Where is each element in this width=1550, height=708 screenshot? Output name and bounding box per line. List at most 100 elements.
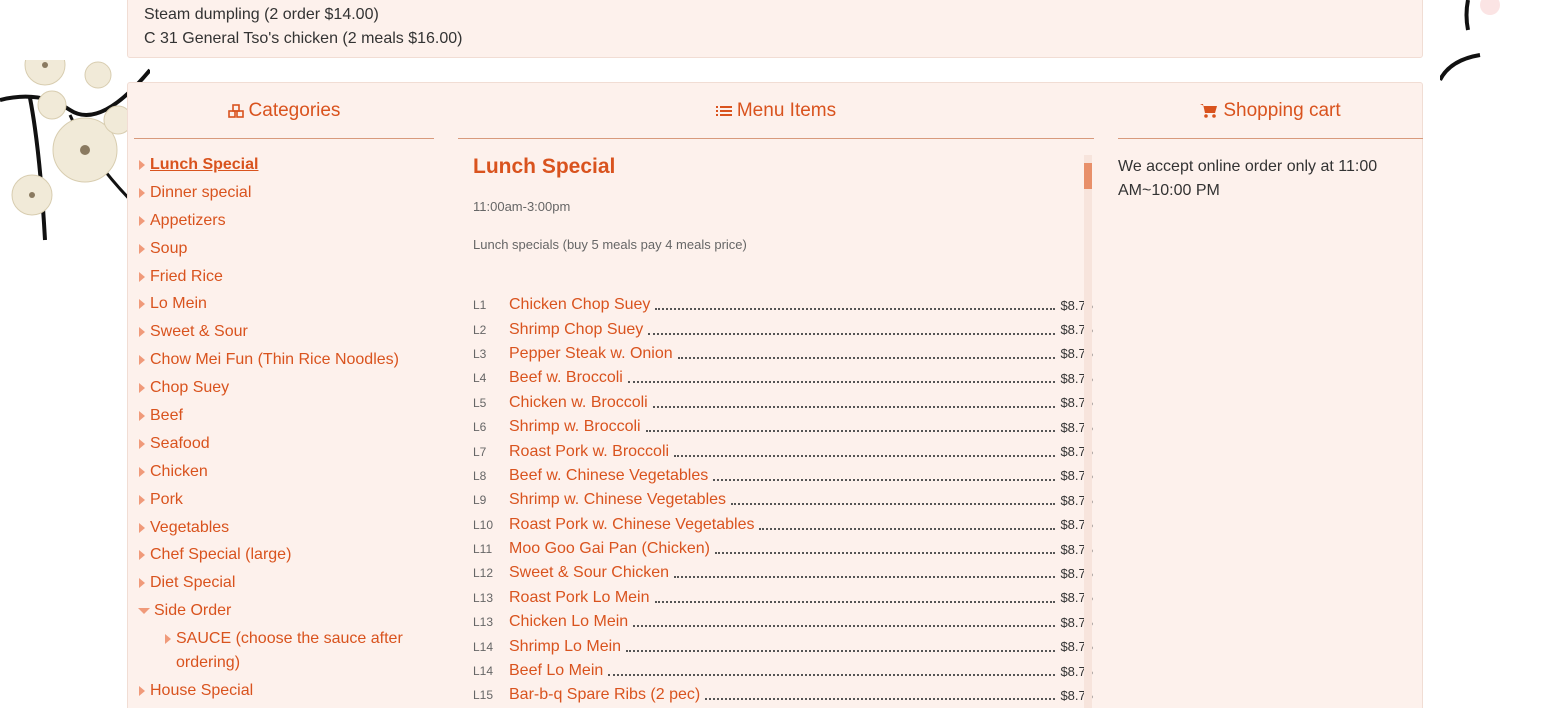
menu-item-row[interactable]: L9 Shrimp w. Chinese Vegetables $8.75 [473,488,1093,512]
caret-right-icon [138,237,150,261]
menu-item-code: L10 [473,517,494,532]
caret-right-icon [164,627,176,651]
category-label: Sweet & Sour [150,323,248,341]
menu-item-name[interactable]: Chicken Chop Suey [509,296,650,314]
caret-right-icon [138,209,150,233]
category-label: Beef [150,407,183,425]
category-item-chop-suey[interactable]: Chop Suey [138,376,438,404]
menu-item-name[interactable]: Shrimp w. Chinese Vegetables [509,491,726,509]
list-icon [715,105,732,116]
category-item-lunch-special[interactable]: Lunch Special [138,153,438,181]
notice-panel: Steam dumpling (2 order $14.00) C 31 Gen… [127,0,1423,58]
menu-item-name[interactable]: Beef w. Broccoli [509,369,623,387]
scroll-thumb[interactable] [1084,163,1092,189]
leader-dots [714,544,1056,555]
category-item-chow-mei-fun[interactable]: Chow Mei Fun (Thin Rice Noodles) [138,348,438,376]
category-item-appetizers[interactable]: Appetizers [138,209,438,237]
notice-line: Steam dumpling (2 order $14.00) [144,6,379,23]
menu-item-row[interactable]: L13 Roast Pork Lo Mein $8.75 [473,586,1093,610]
cart-icon [1200,103,1218,118]
menu-items-list: Lunch Special 11:00am-3:00pm Lunch speci… [473,153,1093,708]
menu-item-row[interactable]: L14 Beef Lo Mein $8.75 [473,659,1093,683]
menu-item-row[interactable]: L7 Roast Pork w. Broccoli $8.75 [473,439,1093,463]
category-item-chicken[interactable]: Chicken [138,460,438,488]
menu-hours: 11:00am-3:00pm [473,199,571,214]
menu-item-code: L9 [473,493,487,508]
menu-item-name[interactable]: Roast Pork w. Chinese Vegetables [509,516,754,534]
menu-item-name[interactable]: Pepper Steak w. Onion [509,345,673,363]
menu-item-name[interactable]: Chicken Lo Mein [509,613,628,631]
category-item-lo-mein[interactable]: Lo Mein [138,292,438,320]
category-item-beef[interactable]: Beef [138,404,438,432]
category-item-side-order[interactable]: Side Order [138,599,438,627]
caret-right-icon [138,432,150,456]
caret-right-icon [138,292,150,316]
category-item-dinner-special[interactable]: Dinner special [138,181,438,209]
menu-item-name[interactable]: Chicken w. Broccoli [509,394,648,412]
leader-dots [731,495,1056,506]
menu-item-row[interactable]: L2 Shrimp Chop Suey $8.75 [473,317,1093,341]
menu-item-name[interactable]: Bar-b-q Spare Ribs (2 pec) [509,686,700,704]
leader-dots [705,690,1056,701]
menu-item-code: L12 [473,566,494,581]
category-item-diet-special[interactable]: Diet Special [138,571,438,599]
menu-item-code: L7 [473,444,487,459]
category-label: House Special [150,682,254,700]
menu-item-name[interactable]: Shrimp Lo Mein [509,638,621,656]
category-label: Diet Special [150,574,236,592]
menu-item-row[interactable]: L13 Chicken Lo Mein $8.75 [473,610,1093,634]
menu-item-row[interactable]: L11 Moo Goo Gai Pan (Chicken) $8.75 [473,537,1093,561]
caret-right-icon [138,320,150,344]
menu-item-row[interactable]: L3 Pepper Steak w. Onion $8.75 [473,342,1093,366]
category-item-sweet-sour[interactable]: Sweet & Sour [138,320,438,348]
menu-item-row[interactable]: L4 Beef w. Broccoli $8.75 [473,366,1093,390]
menu-item-name[interactable]: Shrimp Chop Suey [509,321,643,339]
menu-item-name[interactable]: Sweet & Sour Chicken [509,564,669,582]
category-label: Appetizers [150,211,226,229]
menu-item-row[interactable]: L5 Chicken w. Broccoli $8.75 [473,391,1093,415]
leader-dots [652,398,1056,408]
menu-item-name[interactable]: Shrimp w. Broccoli [509,418,641,436]
menu-item-row[interactable]: L8 Beef w. Chinese Vegetables $8.75 [473,464,1093,488]
menu-item-row[interactable]: L1 Chicken Chop Suey $8.75 [473,293,1093,317]
category-item-house-special[interactable]: House Special [138,679,438,707]
menu-item-row[interactable]: L12 Sweet & Sour Chicken $8.75 [473,561,1093,585]
category-item-chef-special[interactable]: Chef Special (large) [138,543,438,571]
category-label: Lunch Special [150,156,259,173]
caret-right-icon [138,516,150,540]
leader-dots [654,593,1056,603]
category-item-vegetables[interactable]: Vegetables [138,516,438,544]
caret-right-icon [138,543,150,567]
category-label: Dinner special [150,183,252,201]
menu-description: Lunch specials (buy 5 meals pay 4 meals … [473,237,747,252]
menu-item-name[interactable]: Beef w. Chinese Vegetables [509,467,708,485]
menu-item-name[interactable]: Roast Pork Lo Mein [509,589,650,607]
leader-dots [648,325,1056,335]
menu-item-code: L14 [473,664,494,679]
menu-item-name[interactable]: Roast Pork w. Broccoli [509,443,669,461]
category-item-pork[interactable]: Pork [138,488,438,516]
caret-right-icon [138,153,150,177]
caret-right-icon [138,679,150,703]
category-item-seafood[interactable]: Seafood [138,432,438,460]
menu-item-name[interactable]: Beef Lo Mein [509,662,603,680]
menu-items-header: Menu Items [458,83,1094,139]
menu-item-name[interactable]: Moo Goo Gai Pan (Chicken) [509,540,710,558]
menu-items-title: Menu Items [736,99,837,121]
leader-dots [655,300,1056,311]
menu-item-row[interactable]: L15 Bar-b-q Spare Ribs (2 pec) $8.75 [473,683,1093,707]
category-item-soup[interactable]: Soup [138,237,438,265]
menu-item-row[interactable]: L10 Roast Pork w. Chinese Vegetables $8.75 [473,513,1093,537]
menu-item-code: L13 [473,615,494,630]
category-item-sauce[interactable]: SAUCE (choose the sauce after ordering) [138,627,438,679]
leader-dots [677,349,1056,359]
menu-scrollbar[interactable] [1084,155,1092,708]
main-panel: Categories Menu Items Shopping cart Lunc… [127,82,1423,708]
menu-item-row[interactable]: L14 Shrimp Lo Mein $8.75 [473,634,1093,658]
notice-line: C 31 General Tso's chicken (2 meals $16.… [144,30,463,47]
menu-item-row[interactable]: L6 Shrimp w. Broccoli $8.75 [473,415,1093,439]
category-item-fried-rice[interactable]: Fried Rice [138,265,438,293]
category-label: Soup [150,239,188,257]
menu-item-code: L4 [473,371,487,386]
leader-dots [645,422,1056,433]
